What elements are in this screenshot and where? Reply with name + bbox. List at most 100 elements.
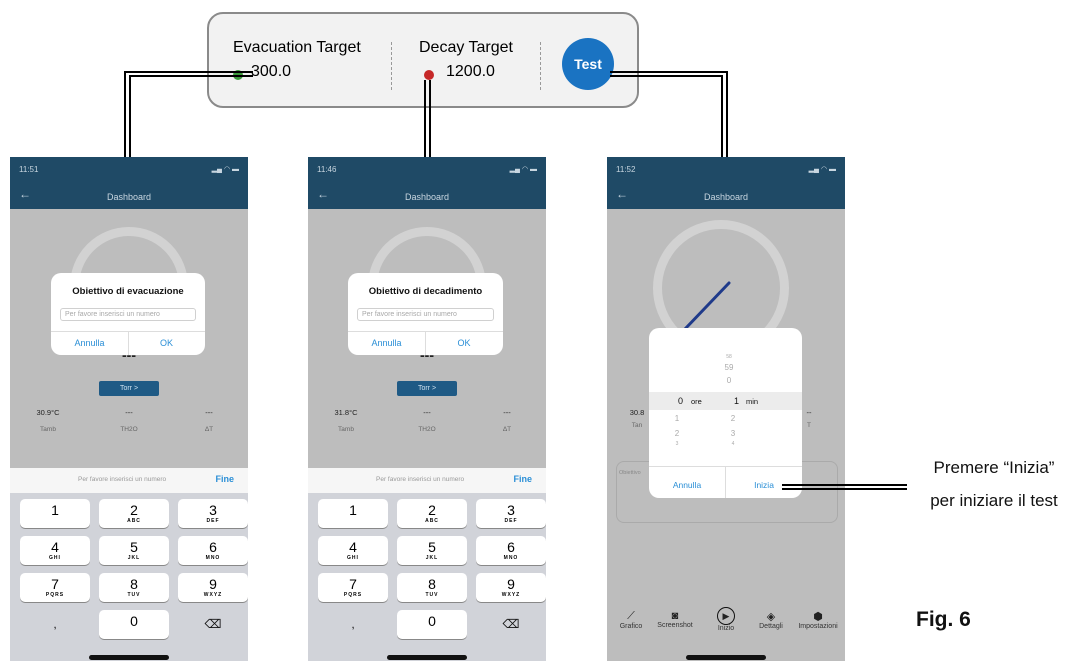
- stat-label: Tamb: [338, 426, 354, 433]
- figure-label: Fig. 6: [916, 608, 971, 631]
- minutes-unit: min: [746, 397, 759, 406]
- connector-line: [726, 71, 728, 157]
- keypad-key[interactable]: 0: [99, 610, 169, 639]
- annotation-line2: per iniziare il test: [930, 491, 1058, 510]
- keypad-key[interactable]: 3 DEF: [178, 499, 248, 528]
- ok-button[interactable]: OK: [425, 338, 503, 348]
- picker-selection-band: [649, 392, 802, 410]
- keypad-key[interactable]: 3 DEF: [476, 499, 546, 528]
- play-icon: ▶: [717, 607, 735, 625]
- picker-minute-item[interactable]: 59: [709, 363, 749, 372]
- nav-item-inizio[interactable]: ▶ Inizio: [708, 607, 744, 632]
- picker-hours-selected[interactable]: 0: [678, 396, 683, 406]
- keypad-key[interactable]: 7 PQRS: [20, 573, 90, 602]
- key-digit: 4: [51, 539, 59, 555]
- torr-button[interactable]: Torr >: [397, 381, 457, 396]
- cancel-button[interactable]: Annulla: [51, 338, 128, 348]
- key-digit: 7: [349, 576, 357, 592]
- stat-value: 31.8°C: [334, 408, 358, 417]
- keypad-key[interactable]: 4 GHI: [20, 536, 90, 565]
- picker-hour-item[interactable]: 3: [667, 441, 687, 447]
- stat-value: ---: [205, 408, 213, 417]
- keypad-key[interactable]: 2 ABC: [397, 499, 467, 528]
- ok-button[interactable]: OK: [128, 338, 205, 348]
- test-button[interactable]: Test: [562, 38, 614, 90]
- picker-minutes-selected[interactable]: 1: [734, 396, 739, 406]
- picker-minute-item[interactable]: 0: [709, 376, 749, 385]
- keypad-key[interactable]: 9 WXYZ: [178, 573, 248, 602]
- keypad-key[interactable]: 5 JKL: [99, 536, 169, 565]
- key-letters: WXYZ: [203, 592, 223, 598]
- keypad-key[interactable]: 6 MNO: [476, 536, 546, 565]
- stat-label: T: [807, 422, 811, 429]
- done-button[interactable]: Fine: [513, 474, 532, 484]
- keyboard-toolbar: Per favore inserisci un numero Fine: [10, 468, 248, 493]
- torr-button[interactable]: Torr >: [99, 381, 159, 396]
- backspace-key[interactable]: ⌫: [178, 610, 248, 639]
- keyboard-toolbar: Per favore inserisci un numero Fine: [308, 468, 546, 493]
- keypad-key[interactable]: 1: [318, 499, 388, 528]
- keypad-key[interactable]: 0: [397, 610, 467, 639]
- decay-target-label: Decay Target: [419, 39, 513, 56]
- key-digit: 5: [428, 539, 436, 555]
- picker-minute-item[interactable]: 58: [709, 354, 749, 360]
- number-input[interactable]: Per favore inserisci un numero: [60, 308, 196, 321]
- nav-label: Dettagli: [759, 623, 783, 630]
- decay-target-value: 1200.0: [446, 63, 495, 80]
- backspace-key[interactable]: ⌫: [476, 610, 546, 639]
- timer-picker-dialog: 58 59 0 0 ore 1 min 1 2 3 2 3 4 Annulla …: [649, 328, 802, 498]
- stat-value: --: [806, 408, 812, 417]
- layers-icon: ◈: [766, 611, 776, 623]
- key-digit: 5: [130, 539, 138, 555]
- decay-target-dialog: Obiettivo di decadimento Per favore inse…: [348, 273, 503, 355]
- cancel-button[interactable]: Annulla: [649, 480, 725, 490]
- cancel-button[interactable]: Annulla: [348, 338, 425, 348]
- app-header: 11:51 ▂▄ ◠ ▬ ← Dashboard: [10, 157, 248, 209]
- keypad-key[interactable]: 8 TUV: [99, 573, 169, 602]
- status-icons: ▂▄ ◠ ▬: [211, 166, 239, 173]
- stat-label: Tan: [631, 422, 643, 429]
- number-input[interactable]: Per favore inserisci un numero: [357, 308, 494, 321]
- nav-item-dettagli[interactable]: ◈ Dettagli: [751, 610, 791, 630]
- keypad-key[interactable]: ,: [20, 610, 90, 639]
- connector-line: [610, 71, 727, 73]
- keypad-key[interactable]: 9 WXYZ: [476, 573, 546, 602]
- keypad-key[interactable]: 2 ABC: [99, 499, 169, 528]
- picker-hour-item[interactable]: 2: [667, 429, 687, 438]
- nav-item-grafico[interactable]: ⟋ Grafico: [613, 610, 649, 630]
- connector-line: [424, 80, 426, 157]
- picker-minute-item[interactable]: 4: [723, 441, 743, 447]
- keypad-key[interactable]: 8 TUV: [397, 573, 467, 602]
- key-letters: TUV: [127, 592, 141, 598]
- connector-line: [129, 75, 131, 157]
- divider: [540, 42, 541, 90]
- key-digit: 2: [428, 502, 436, 518]
- status-icons: ▂▄ ◠ ▬: [509, 166, 537, 173]
- dialog-title: Obiettivo di evacuazione: [72, 286, 184, 297]
- phone-screen-timer: 11:52 ▂▄ ◠ ▬ ← Dashboard 30.8 Tan -- T O…: [607, 157, 845, 661]
- nav-item-impostazioni[interactable]: ⬢ Impostazioni: [793, 610, 843, 630]
- key-digit: 6: [209, 539, 217, 555]
- connector-line: [124, 71, 126, 157]
- picker-minute-item[interactable]: 2: [723, 414, 743, 423]
- evacuation-target-label: Evacuation Target: [233, 39, 361, 56]
- picker-hour-item[interactable]: 1: [667, 414, 687, 423]
- done-button[interactable]: Fine: [215, 474, 234, 484]
- nav-item-screenshot[interactable]: ◙ Screenshot: [651, 610, 699, 629]
- stat-value: ---: [503, 408, 511, 417]
- stat-value: 30.8: [629, 408, 645, 417]
- home-indicator: [89, 655, 169, 660]
- key-letters: MNO: [205, 555, 221, 561]
- keypad-key[interactable]: 7 PQRS: [318, 573, 388, 602]
- keypad-key[interactable]: 6 MNO: [178, 536, 248, 565]
- key-digit: 3: [209, 502, 217, 518]
- picker-minute-item[interactable]: 3: [723, 429, 743, 438]
- status-time: 11:51: [19, 165, 39, 174]
- app-header: 11:52 ▂▄ ◠ ▬ ← Dashboard: [607, 157, 845, 209]
- connector-line: [124, 71, 253, 73]
- keypad-key[interactable]: 1: [20, 499, 90, 528]
- keypad-key[interactable]: ,: [318, 610, 388, 639]
- keypad-key[interactable]: 5 JKL: [397, 536, 467, 565]
- connector-line: [721, 75, 723, 157]
- keypad-key[interactable]: 4 GHI: [318, 536, 388, 565]
